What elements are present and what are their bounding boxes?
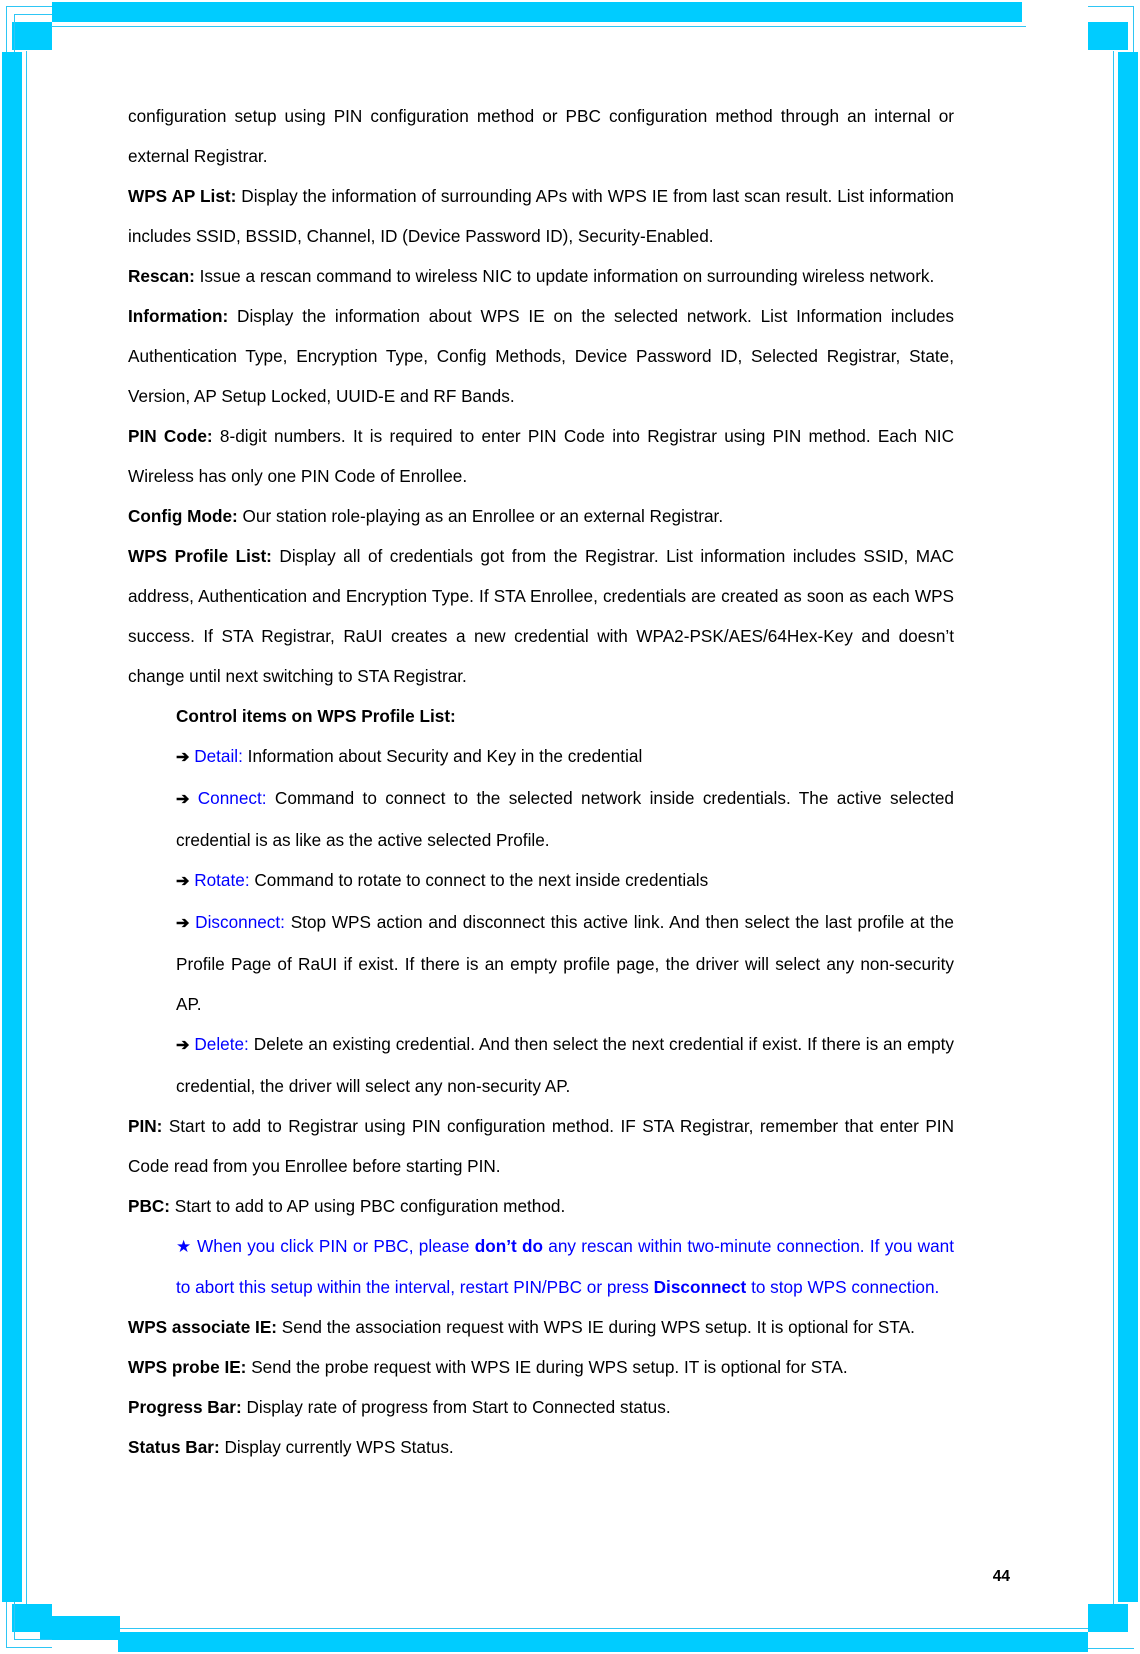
term-information: Information:	[128, 306, 229, 326]
paragraph-intro-text: configuration setup using PIN configurat…	[128, 106, 954, 166]
border-hairline-right	[1113, 51, 1114, 1606]
border-hairline-bl-3	[14, 1602, 15, 1640]
border-bottom-left-step-a	[12, 1604, 52, 1632]
arrow-right-icon: ➔	[176, 749, 190, 766]
paragraph-config-mode: Config Mode: Our station role-playing as…	[128, 496, 954, 536]
paragraph-progress-bar: Progress Bar: Display rate of progress f…	[128, 1387, 954, 1427]
paragraph-status-bar: Status Bar: Display currently WPS Status…	[128, 1427, 954, 1467]
border-bottom-left-step-b	[40, 1616, 120, 1640]
term-pin: PIN:	[128, 1116, 163, 1136]
term-pin-code: PIN Code:	[128, 426, 213, 446]
border-right-bar	[1118, 52, 1138, 1602]
border-hairline-bl-4	[14, 1639, 52, 1640]
term-wps-profile-list: WPS Profile List:	[128, 546, 272, 566]
paragraph-wps-ap-list: WPS AP List: Display the information of …	[128, 176, 954, 256]
definition-config-mode: Our station role-playing as an Enrollee …	[237, 506, 724, 526]
border-hairline-top	[51, 26, 1026, 27]
note-text-part1: When you click PIN or PBC, please	[197, 1236, 475, 1256]
note-emphasis-dont-do: don’t do	[474, 1236, 543, 1256]
paragraph-wps-profile-list: WPS Profile List: Display all of credent…	[128, 536, 954, 696]
definition-pin-code: 8-digit numbers. It is required to enter…	[128, 426, 954, 486]
paragraph-intro: configuration setup using PIN configurat…	[128, 96, 954, 176]
border-hairline-bottom	[113, 1628, 1088, 1629]
arrow-right-icon: ➔	[176, 915, 190, 932]
definition-pbc: Start to add to AP using PBC configurati…	[170, 1196, 566, 1216]
border-hairline-bl-1	[6, 1602, 7, 1648]
term-progress-bar: Progress Bar:	[128, 1397, 242, 1417]
border-hairline-br-1	[1088, 1648, 1134, 1649]
paragraph-pbc: PBC: Start to add to AP using PBC config…	[128, 1186, 954, 1226]
star-icon: ★	[176, 1237, 192, 1256]
note-warning: ★ When you click PIN or PBC, please don’…	[176, 1226, 954, 1307]
definition-wps-associate-ie: Send the association request with WPS IE…	[277, 1317, 915, 1337]
control-name-rotate: Rotate:	[194, 870, 250, 890]
paragraph-rescan: Rescan: Issue a rescan command to wirele…	[128, 256, 954, 296]
term-pbc: PBC:	[128, 1196, 171, 1216]
border-left-bar	[2, 52, 22, 1602]
arrow-right-icon: ➔	[176, 873, 190, 890]
border-bottom-bar	[118, 1632, 1088, 1652]
control-desc-disconnect: Stop WPS action and disconnect this acti…	[176, 912, 954, 1014]
paragraph-pin: PIN: Start to add to Registrar using PIN…	[128, 1106, 954, 1186]
list-item-disconnect: ➔ Disconnect: Stop WPS action and discon…	[176, 902, 954, 1024]
border-hairline-tl-4	[14, 14, 52, 15]
definition-rescan: Issue a rescan command to wireless NIC t…	[194, 266, 935, 286]
border-hairline-bl-2	[6, 1647, 52, 1648]
definition-status-bar: Display currently WPS Status.	[219, 1437, 454, 1457]
arrow-right-icon: ➔	[176, 791, 190, 808]
border-hairline-tr-2	[1088, 6, 1134, 7]
border-top-left-step-a	[12, 22, 52, 50]
definition-wps-profile-list: Display all of credentials got from the …	[128, 546, 954, 686]
paragraph-wps-associate-ie: WPS associate IE: Send the association r…	[128, 1307, 954, 1347]
page-number: 44	[992, 1568, 1010, 1585]
border-top-bar	[52, 2, 1022, 22]
term-config-mode: Config Mode:	[128, 506, 238, 526]
definition-wps-probe-ie: Send the probe request with WPS IE durin…	[246, 1357, 848, 1377]
paragraph-pin-code: PIN Code: 8-digit numbers. It is require…	[128, 416, 954, 496]
control-name-detail: Detail:	[194, 746, 243, 766]
border-hairline-tl-3	[14, 14, 15, 52]
control-name-delete: Delete:	[194, 1034, 249, 1054]
border-hairline-tl-2	[6, 6, 52, 7]
control-desc-connect: Command to connect to the selected netwo…	[176, 788, 954, 850]
border-bottom-right-step	[1088, 1604, 1128, 1632]
border-top-right-step	[1088, 22, 1128, 50]
term-wps-probe-ie: WPS probe IE:	[128, 1357, 247, 1377]
border-hairline-left	[26, 51, 27, 1606]
paragraph-information: Information: Display the information abo…	[128, 296, 954, 416]
definition-information: Display the information about WPS IE on …	[128, 306, 954, 406]
heading-control-items: Control items on WPS Profile List:	[176, 696, 954, 736]
heading-control-items-label: Control items on WPS Profile List:	[176, 706, 456, 726]
definition-progress-bar: Display rate of progress from Start to C…	[241, 1397, 671, 1417]
control-name-disconnect: Disconnect:	[195, 912, 285, 932]
list-item-detail: ➔ Detail: Information about Security and…	[176, 736, 954, 778]
term-rescan: Rescan:	[128, 266, 195, 286]
definition-wps-ap-list: Display the information of surrounding A…	[128, 186, 954, 246]
list-item-delete: ➔ Delete: Delete an existing credential.…	[176, 1024, 954, 1106]
list-item-connect: ➔ Connect: Command to connect to the sel…	[176, 778, 954, 860]
control-desc-delete: Delete an existing credential. And then …	[176, 1034, 954, 1096]
control-name-connect: Connect:	[197, 788, 267, 808]
note-emphasis-disconnect: Disconnect	[653, 1277, 747, 1297]
term-wps-ap-list: WPS AP List:	[128, 186, 237, 206]
arrow-right-icon: ➔	[176, 1037, 190, 1054]
note-text-part3: to stop WPS connection.	[746, 1277, 940, 1297]
border-top-left-step-b	[22, 22, 50, 50]
term-wps-associate-ie: WPS associate IE:	[128, 1317, 278, 1337]
paragraph-wps-probe-ie: WPS probe IE: Send the probe request wit…	[128, 1347, 954, 1387]
term-status-bar: Status Bar:	[128, 1437, 220, 1457]
border-hairline-tl-1	[6, 6, 7, 52]
list-item-rotate: ➔ Rotate: Command to rotate to connect t…	[176, 860, 954, 902]
definition-pin: Start to add to Registrar using PIN conf…	[128, 1116, 954, 1176]
control-desc-rotate: Command to rotate to connect to the next…	[249, 870, 709, 890]
document-body: configuration setup using PIN configurat…	[128, 96, 954, 1467]
border-hairline-tr-1	[1133, 6, 1134, 52]
control-desc-detail: Information about Security and Key in th…	[242, 746, 643, 766]
